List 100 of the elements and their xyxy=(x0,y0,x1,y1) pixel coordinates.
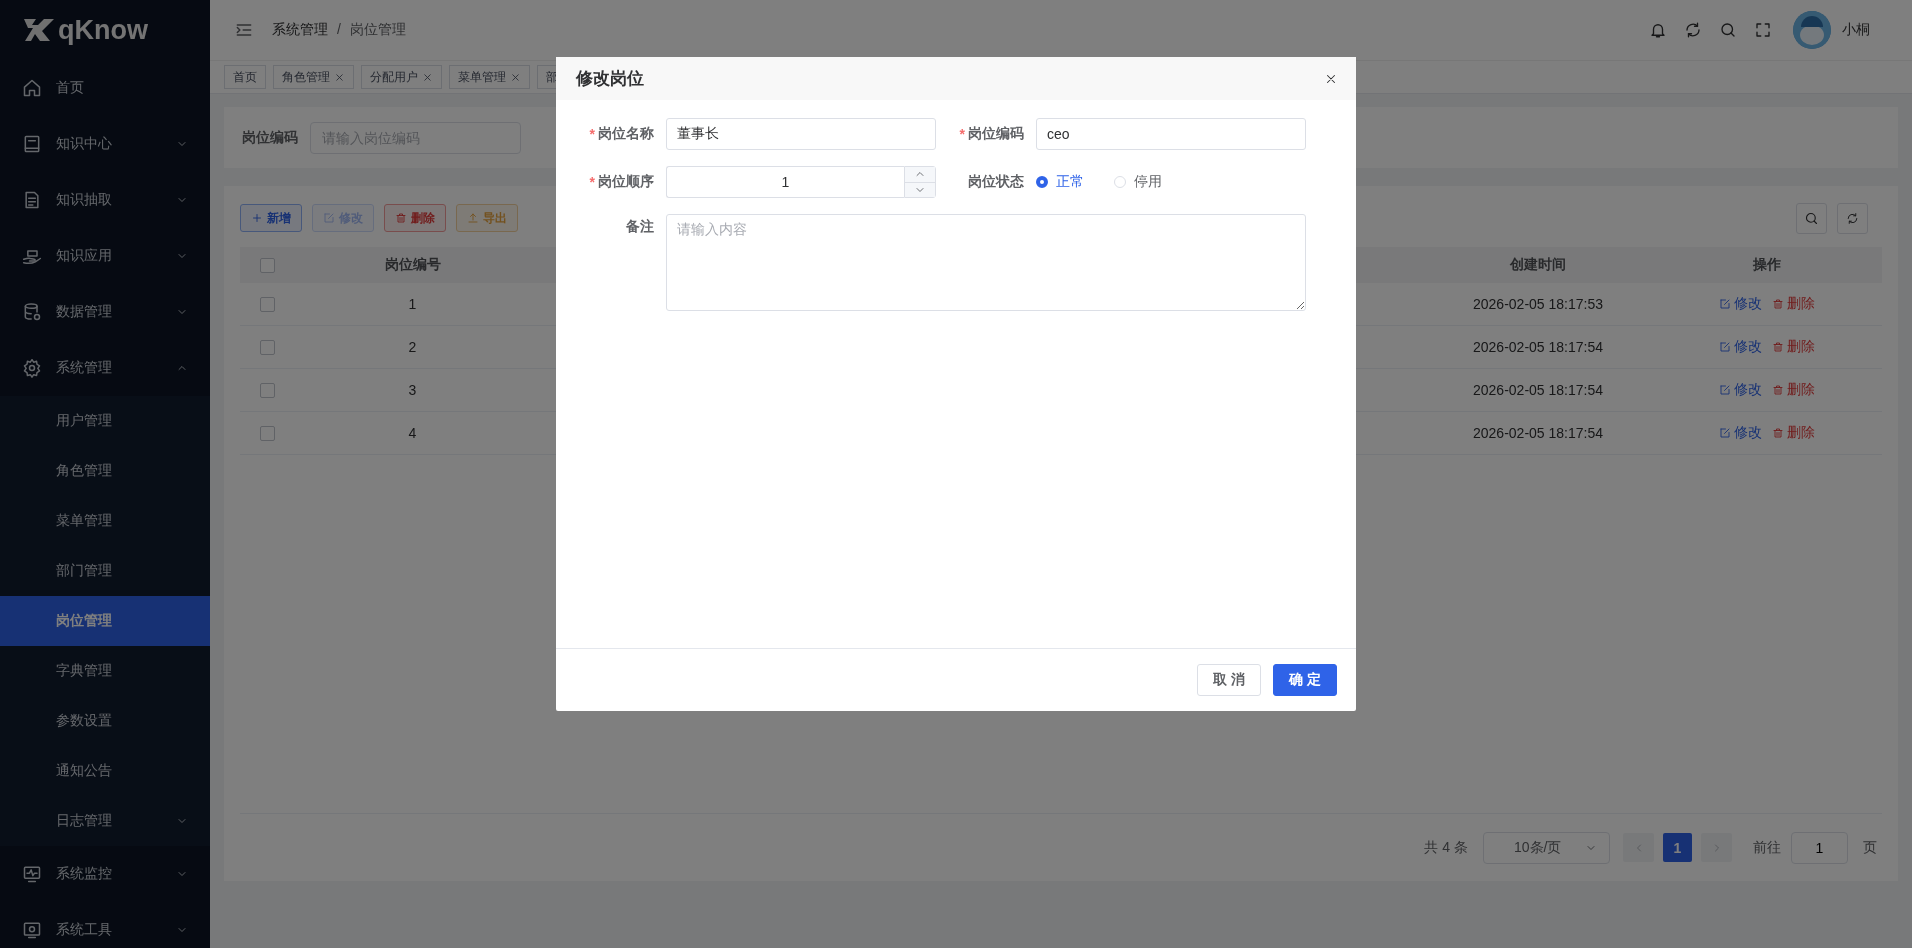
book-icon xyxy=(22,134,42,154)
trash-icon xyxy=(1772,298,1784,310)
avatar[interactable] xyxy=(1793,11,1831,49)
checkbox[interactable] xyxy=(260,425,275,441)
checkbox[interactable] xyxy=(260,296,275,312)
checkbox[interactable] xyxy=(260,257,275,273)
input-field[interactable]: ceo xyxy=(1036,118,1306,150)
sidebar-item[interactable]: 字典管理 xyxy=(0,646,210,696)
user-name[interactable]: 小桐 xyxy=(1842,21,1870,39)
breadcrumb-separator: / xyxy=(337,21,341,39)
required-mark: * xyxy=(589,126,595,142)
field-label: 岗位名称 xyxy=(598,125,654,143)
upload-icon xyxy=(467,212,479,224)
trash-icon xyxy=(1772,427,1784,439)
sidebar-item[interactable]: 系统工具 xyxy=(0,902,210,948)
edit-link[interactable]: 修改 xyxy=(1719,424,1762,442)
increment-button[interactable] xyxy=(905,167,935,182)
sidebar-item[interactable]: 数据管理 xyxy=(0,284,210,340)
sidebar-item[interactable]: 日志管理 xyxy=(0,796,210,846)
delete-link[interactable]: 删除 xyxy=(1772,381,1815,399)
checkbox[interactable] xyxy=(260,382,275,398)
sidebar-item[interactable]: 通知公告 xyxy=(0,746,210,796)
breadcrumb-item[interactable]: 系统管理 xyxy=(272,21,328,39)
delete-button[interactable]: 删除 xyxy=(384,204,446,232)
edit-icon xyxy=(1719,341,1731,353)
sidebar-item[interactable]: 知识抽取 xyxy=(0,172,210,228)
page-size-select[interactable]: 10条/页 xyxy=(1483,831,1610,864)
search-button[interactable] xyxy=(1796,202,1827,234)
column-header: 创建时间 xyxy=(1510,256,1566,272)
refresh-button[interactable] xyxy=(1837,202,1868,234)
add-button[interactable]: 新增 xyxy=(240,204,302,232)
sidebar-item[interactable]: 岗位管理 xyxy=(0,596,210,646)
search-icon xyxy=(1719,21,1737,39)
number-input[interactable]: 1 xyxy=(666,166,904,198)
delete-link[interactable]: 删除 xyxy=(1772,424,1815,442)
page-number[interactable]: 1 xyxy=(1663,833,1692,862)
sidebar-item[interactable]: 知识中心 xyxy=(0,116,210,172)
logo-icon xyxy=(22,17,56,43)
field-label: 岗位编码 xyxy=(968,125,1024,143)
table-cell: 3 xyxy=(408,382,417,398)
textarea-field[interactable]: 请输入内容 xyxy=(666,214,1306,311)
column-header: 岗位编号 xyxy=(384,256,441,272)
trash-icon xyxy=(1772,341,1784,353)
table-cell: 2026-02-05 18:17:54 xyxy=(1473,339,1603,355)
table-cell: 2026-02-05 18:17:54 xyxy=(1473,382,1603,398)
sidebar-item[interactable]: 首页 xyxy=(0,60,210,116)
table-cell: 2026-02-05 18:17:54 xyxy=(1473,425,1603,441)
next-page-button[interactable] xyxy=(1701,833,1732,862)
refresh-icon xyxy=(1684,21,1702,39)
page-tab[interactable]: 角色管理 xyxy=(273,65,354,89)
table-cell: 1 xyxy=(408,296,417,312)
edit-link[interactable]: 修改 xyxy=(1719,295,1762,313)
search-icon xyxy=(1804,210,1819,226)
radio-option[interactable]: 停用 xyxy=(1114,173,1162,191)
sidebar-item[interactable]: 菜单管理 xyxy=(0,496,210,546)
prev-page-button[interactable] xyxy=(1623,833,1654,862)
edit-icon xyxy=(1719,384,1731,396)
field-label: 岗位编码 xyxy=(242,128,298,147)
trash-icon xyxy=(395,212,407,224)
sidebar-item[interactable]: 系统监控 xyxy=(0,846,210,902)
input-field[interactable]: 董事长 xyxy=(666,118,936,150)
sidebar-item[interactable]: 角色管理 xyxy=(0,446,210,496)
sidebar-item[interactable]: 参数设置 xyxy=(0,696,210,746)
sidebar-item[interactable]: 知识应用 xyxy=(0,228,210,284)
field-label: 备注 xyxy=(626,218,654,236)
required-mark: * xyxy=(959,126,965,142)
column-header: 操作 xyxy=(1753,256,1781,274)
page-tab[interactable]: 首页 xyxy=(224,65,266,89)
edit-link[interactable]: 修改 xyxy=(1719,338,1762,356)
page-tab[interactable]: 菜单管理 xyxy=(449,65,530,89)
plus-icon xyxy=(251,212,263,224)
fullscreen-icon xyxy=(1754,21,1772,39)
logo-text: qKnow xyxy=(58,14,148,46)
checkbox[interactable] xyxy=(260,339,275,355)
goto-label: 前往 xyxy=(1753,838,1781,857)
database-icon xyxy=(22,302,42,322)
sidebar-item[interactable]: 系统管理 xyxy=(0,340,210,396)
cancel-button[interactable]: 取 消 xyxy=(1197,664,1261,696)
radio-button[interactable] xyxy=(1036,176,1048,188)
page-input[interactable]: 1 xyxy=(1791,831,1848,864)
confirm-button[interactable]: 确 定 xyxy=(1273,664,1337,696)
refresh-icon xyxy=(1846,211,1859,225)
field-label: 岗位顺序 xyxy=(598,173,654,191)
delete-link[interactable]: 删除 xyxy=(1772,338,1815,356)
radio-option[interactable]: 正常 xyxy=(1036,173,1084,191)
edit-icon xyxy=(1719,427,1731,439)
table-cell: 2 xyxy=(408,339,417,355)
toolbox-icon xyxy=(22,920,42,940)
gear-icon xyxy=(22,358,42,378)
dialog-title: 修改岗位 xyxy=(576,68,644,90)
home-icon xyxy=(22,78,42,98)
delete-link[interactable]: 删除 xyxy=(1772,295,1815,313)
page-tab[interactable]: 分配用户 xyxy=(361,65,442,89)
table-cell: 2026-02-05 18:17:53 xyxy=(1473,296,1603,312)
sidebar-item[interactable]: 部门管理 xyxy=(0,546,210,596)
required-mark: * xyxy=(589,174,595,190)
edit-link[interactable]: 修改 xyxy=(1719,381,1762,399)
edit-icon xyxy=(1719,298,1731,310)
breadcrumb-item: 岗位管理 xyxy=(349,21,406,39)
sidebar-item[interactable]: 用户管理 xyxy=(0,396,210,446)
